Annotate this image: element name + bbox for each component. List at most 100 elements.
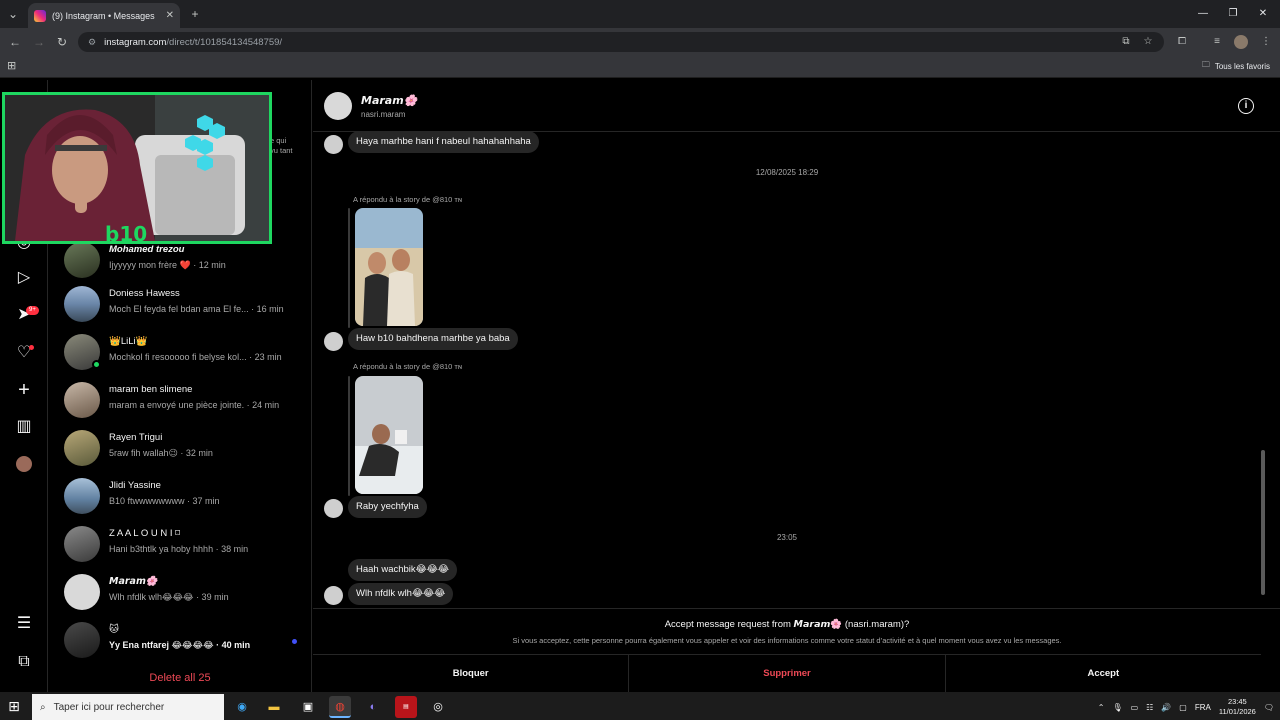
taskbar-search-placeholder: Taper ici pour rechercher bbox=[53, 701, 165, 713]
network-icon[interactable]: ☷ bbox=[1146, 703, 1153, 712]
reels-icon[interactable]: ▷ bbox=[14, 268, 34, 288]
avatar bbox=[64, 574, 100, 610]
reading-list-icon[interactable]: ≡ bbox=[1210, 35, 1224, 49]
partial-preview-text: vu tant bbox=[270, 146, 293, 155]
chevron-up-icon[interactable]: ⌃ bbox=[1098, 703, 1105, 712]
clock[interactable]: 23:45 11/01/2026 bbox=[1219, 697, 1256, 717]
conversation-item[interactable]: Z A A L O U N I ⌑ Hani b3thtlk ya hoby h… bbox=[64, 524, 304, 568]
microphone-icon[interactable]: 🎙 bbox=[1112, 703, 1122, 712]
chat-contact-name[interactable]: 𝙈𝙖𝙧𝙖𝙢🌸 bbox=[361, 94, 417, 107]
conversation-item[interactable]: Mohamed trezou Ijyyyyy mon frère ❤️ · 12… bbox=[64, 240, 304, 284]
svg-text:b10: b10 bbox=[105, 222, 147, 241]
file-explorer-icon[interactable]: ▬ bbox=[263, 696, 285, 718]
site-info-icon[interactable]: ⚙ bbox=[88, 37, 96, 48]
browser-tab[interactable]: (9) Instagram • Messages ✕ bbox=[28, 3, 180, 28]
create-icon[interactable]: + bbox=[14, 380, 34, 400]
conversation-info-icon[interactable]: i bbox=[1238, 98, 1254, 114]
install-app-icon[interactable]: ⧉ bbox=[1119, 35, 1133, 49]
conversation-name: 👑LiLi👑 bbox=[109, 336, 148, 347]
new-tab-icon[interactable]: + bbox=[186, 5, 204, 23]
messages-badge: 9+ bbox=[26, 306, 39, 315]
close-tab-icon[interactable]: ✕ bbox=[166, 10, 174, 21]
message-request-description: Si vous acceptez, cette personne pourra … bbox=[512, 636, 1062, 645]
address-bar[interactable]: ⚙ instagram.com/direct/t/101854134548759… bbox=[78, 32, 1164, 52]
story-reply-label: A répondu à la story de @810 ᴛɴ bbox=[353, 195, 463, 204]
app-icon[interactable]: ◐ bbox=[362, 696, 384, 718]
delete-button[interactable]: Supprimer bbox=[628, 655, 946, 692]
store-icon[interactable]: ▣ bbox=[297, 696, 319, 718]
bookmark-star-icon[interactable]: ☆ bbox=[1141, 35, 1155, 49]
message-bubble[interactable]: Raby yechfyha bbox=[348, 496, 427, 518]
conversation-item[interactable]: 👑LiLi👑 Mochkol fi resooooo fi belyse kol… bbox=[64, 332, 304, 376]
minimize-icon[interactable]: — bbox=[1188, 4, 1218, 24]
windows-start-icon[interactable]: ⊞ bbox=[4, 696, 24, 716]
chat-avatar[interactable] bbox=[324, 92, 352, 120]
chat-scrollbar-thumb[interactable] bbox=[1261, 450, 1265, 595]
also-from-meta-icon[interactable]: ⧉ bbox=[14, 652, 34, 672]
all-bookmarks[interactable]: 🗀 Tous les favoris bbox=[1202, 59, 1270, 73]
notification-icon[interactable]: 🗨 bbox=[1264, 703, 1274, 712]
avatar bbox=[64, 242, 100, 278]
bookmarks-bar bbox=[0, 56, 1280, 78]
unread-indicator bbox=[292, 639, 297, 644]
obs-icon[interactable]: ◎ bbox=[427, 696, 449, 718]
delete-all-button[interactable]: Delete all 25 bbox=[48, 672, 312, 684]
message-bubble[interactable]: Haw b10 bahdhena marhbe ya baba bbox=[348, 328, 518, 350]
taskbar-search[interactable]: ⌕ Taper ici pour rechercher bbox=[32, 694, 224, 720]
message-bubble[interactable]: Haah wachbik😂😂😂 bbox=[348, 559, 457, 581]
conversation-name: 𝙈𝙖𝙧𝙖𝙢🌸 bbox=[109, 576, 158, 587]
edge-icon[interactable]: ◉ bbox=[231, 696, 253, 718]
forward-icon[interactable]: → bbox=[31, 34, 47, 50]
display-icon[interactable]: ▢ bbox=[1179, 703, 1187, 712]
conversation-item[interactable]: 🐱 Yy Ena ntfarej 😂😂😂😂 · 40 min bbox=[64, 620, 304, 664]
online-indicator bbox=[92, 360, 101, 369]
close-window-icon[interactable]: ✕ bbox=[1248, 4, 1278, 24]
sender-avatar bbox=[324, 135, 343, 154]
input-language[interactable]: FRA bbox=[1195, 703, 1211, 712]
webcam-overlay: b10 bbox=[2, 92, 272, 244]
chrome-icon[interactable]: ◍ bbox=[329, 696, 351, 718]
conversation-preview: Mochkol fi resooooo fi belyse kol... · 2… bbox=[109, 352, 282, 362]
avatar bbox=[64, 430, 100, 466]
story-thumbnail[interactable] bbox=[355, 376, 423, 494]
reload-icon[interactable]: ↻ bbox=[54, 34, 70, 50]
conversation-item[interactable]: maram ben slimene maram a envoyé une piè… bbox=[64, 380, 304, 424]
system-tray: ⌃ 🎙 ▭ ☷ 🔊 ▢ FRA 23:45 11/01/2026 🗨 bbox=[1098, 694, 1274, 720]
extensions-icon[interactable]: ⧠ bbox=[1175, 35, 1189, 49]
voicemod-icon[interactable]: ▤ bbox=[395, 696, 417, 718]
dashboard-icon[interactable]: ▥ bbox=[14, 417, 34, 437]
story-thumbnail[interactable] bbox=[355, 208, 423, 326]
avatar bbox=[64, 526, 100, 562]
story-image bbox=[355, 376, 423, 494]
tab-title: (9) Instagram • Messages bbox=[52, 10, 155, 21]
tab-search-icon[interactable]: ⌄ bbox=[4, 5, 22, 23]
conversation-preview: Hani b3thtlk ya hoby hhhh · 38 min bbox=[109, 544, 249, 554]
more-menu-icon[interactable]: ☰ bbox=[14, 614, 34, 634]
conversation-preview: Moch El feyda fel bdan ama El fe... · 16… bbox=[109, 304, 284, 314]
sender-avatar bbox=[324, 332, 343, 351]
menu-icon[interactable]: ⋮ bbox=[1259, 35, 1273, 49]
conversation-name: Mohamed trezou bbox=[109, 244, 185, 255]
conversation-name: Z A A L O U N I ⌑ bbox=[109, 528, 181, 539]
conversation-item[interactable]: 𝙈𝙖𝙧𝙖𝙢🌸 Wlh nfdlk wlh😂😂😂 · 39 min bbox=[64, 572, 304, 616]
all-bookmarks-label: Tous les favoris bbox=[1214, 61, 1270, 71]
accept-button[interactable]: Accept bbox=[946, 655, 1261, 692]
conversation-item[interactable]: Rayen Trigui 5raw fih wallah😉 · 32 min bbox=[64, 428, 304, 472]
conversation-item[interactable]: Jlidi Yassine B10 ftwwwwwwww · 37 min bbox=[64, 476, 304, 520]
url-host: instagram.com bbox=[104, 36, 167, 48]
message-bubble[interactable]: Wlh nfdlk wlh😂😂😂 bbox=[348, 583, 454, 605]
avatar bbox=[64, 382, 100, 418]
back-icon[interactable]: ← bbox=[7, 34, 23, 50]
profile-avatar-nav[interactable] bbox=[14, 454, 34, 474]
profile-avatar[interactable] bbox=[1234, 35, 1248, 49]
story-reply-bar bbox=[348, 376, 350, 496]
message-bubble[interactable]: Haya marhbe hani f nabeul hahahahhaha bbox=[348, 131, 539, 153]
story-reply-label: A répondu à la story de @810 ᴛɴ bbox=[353, 362, 463, 371]
volume-icon[interactable]: 🔊 bbox=[1161, 703, 1171, 712]
apps-grid-icon[interactable]: ⊞ bbox=[7, 60, 19, 72]
restore-icon[interactable]: ❐ bbox=[1218, 4, 1248, 24]
monitor-icon[interactable]: ▭ bbox=[1131, 703, 1139, 712]
webcam-feed-image: b10 bbox=[5, 95, 269, 241]
block-button[interactable]: Bloquer bbox=[313, 655, 628, 692]
conversation-item[interactable]: Doniess Hawess Moch El feyda fel bdan am… bbox=[64, 284, 304, 328]
